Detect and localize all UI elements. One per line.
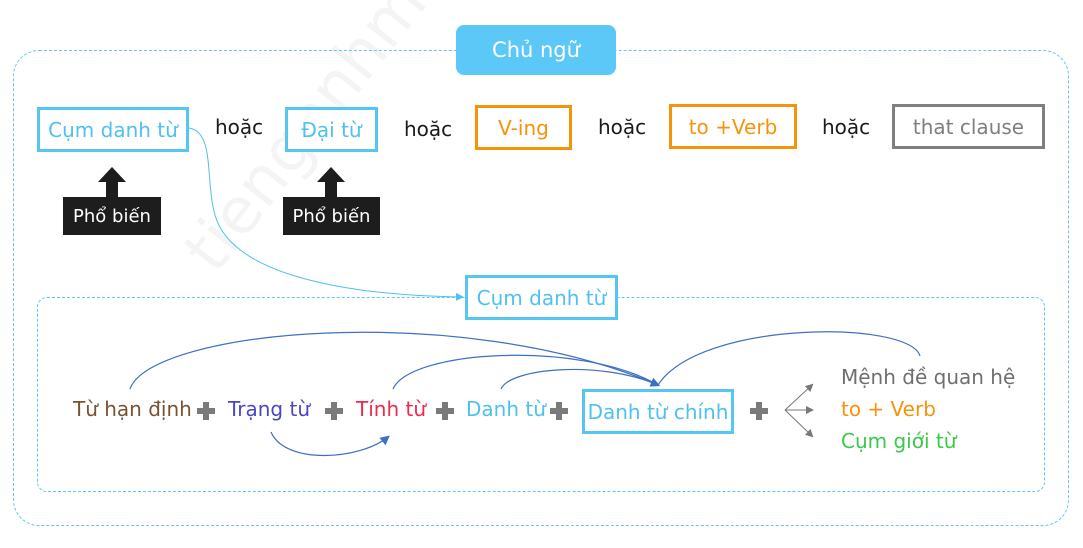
arc-noun	[500, 368, 659, 390]
arc-adjective	[392, 354, 659, 390]
link-line	[188, 127, 464, 301]
arc-adverb	[270, 431, 390, 456]
branch-arrow	[784, 383, 814, 411]
branch-arrow	[784, 409, 814, 438]
arc-post-modifier	[657, 331, 921, 386]
up-arrow-icon	[98, 167, 126, 197]
arc-determiner	[129, 331, 661, 390]
connector-lines	[98, 127, 921, 456]
up-arrow-icon	[317, 167, 345, 197]
